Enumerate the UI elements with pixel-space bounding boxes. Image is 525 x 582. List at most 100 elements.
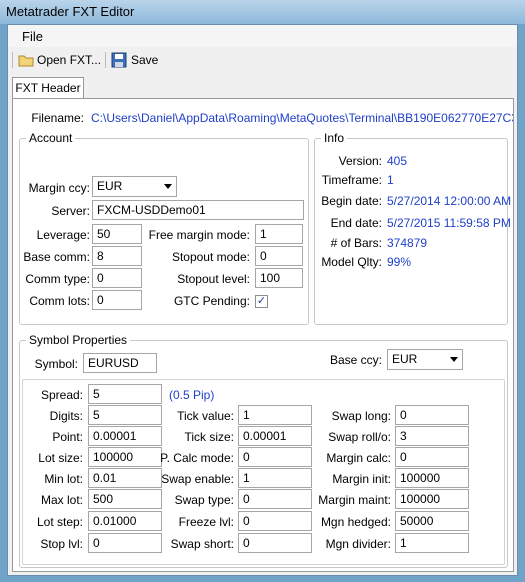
account-group-title: Account [26,131,76,145]
stopout-mode-input[interactable]: 0 [255,246,303,266]
mgn-hedged-label: Mgn hedged: [320,515,391,529]
point-input[interactable]: 0.00001 [88,426,162,446]
end-date-value: 5/27/2015 11:59:58 PM [387,216,511,230]
bars-label: # of Bars: [330,236,382,250]
spread-pip-note: (0.5 Pip) [169,388,215,402]
lot-step-input[interactable]: 0.01000 [88,511,162,531]
fxt-header-panel: Filename: C:\Users\Daniel\AppData\Roamin… [12,98,514,572]
gtc-pending-label: GTC Pending: [173,294,250,308]
p-calc-mode-label: P. Calc mode: [160,451,234,465]
open-button-label: Open FXT... [37,53,102,67]
p-calc-mode-input[interactable]: 0 [238,447,312,467]
toolbar: Open FXT... Save [8,47,517,73]
timeframe-value: 1 [387,173,394,187]
comm-type-label: Comm type: [25,272,90,286]
lot-size-label: Lot size: [38,451,83,465]
swap-short-label: Swap short: [170,537,234,551]
spread-input[interactable]: 5 [88,384,162,404]
tab-fxt-header[interactable]: FXT Header [12,77,84,99]
free-margin-mode-input[interactable]: 1 [255,224,303,244]
swap-roll-label: Swap roll/o: [328,430,391,444]
swap-long-input[interactable]: 0 [395,405,469,425]
open-button[interactable]: Open FXT... [18,50,101,70]
filename-label: Filename: [31,111,84,125]
base-comm-label: Base comm: [23,250,90,264]
mgn-divider-input[interactable]: 1 [395,533,469,553]
base-ccy-select[interactable]: EUR [387,349,463,370]
window-title: Metatrader FXT Editor [6,4,135,19]
app-window: Metatrader FXT Editor File Open FXT... S [0,0,525,582]
swap-type-input[interactable]: 0 [238,489,312,509]
symbol-label: Symbol: [34,357,78,371]
info-group: Info Version: 405 Timeframe: 1 Begin dat… [314,131,512,325]
menu-file[interactable]: File [22,29,43,44]
bars-value: 374879 [387,236,428,250]
save-disk-icon [111,52,127,68]
margin-init-label: Margin init: [332,472,391,486]
mgn-hedged-input[interactable]: 50000 [395,511,469,531]
leverage-input[interactable]: 50 [92,224,142,244]
free-margin-mode-label: Free margin mode: [148,228,250,242]
margin-ccy-value: EUR [97,179,123,193]
swap-short-input[interactable]: 0 [238,533,312,553]
begin-date-label: Begin date: [321,194,382,208]
swap-type-label: Swap type: [174,493,234,507]
chevron-down-icon [450,357,458,362]
toolbar-separator [105,52,106,68]
digits-input[interactable]: 5 [88,405,162,425]
margin-calc-input[interactable]: 0 [395,447,469,467]
tick-value-input[interactable]: 1 [238,405,312,425]
model-qlty-label: Model Qlty: [321,255,382,269]
save-button[interactable]: Save [111,50,158,70]
filename-value: C:\Users\Daniel\AppData\Roaming\MetaQuot… [91,111,513,125]
chevron-down-icon [164,184,172,189]
comm-lots-label: Comm lots: [29,294,90,308]
spread-label: Spread: [40,388,83,402]
gtc-pending-checkbox[interactable]: ✓ [255,295,268,308]
open-folder-icon [18,55,34,67]
symbol-properties-title: Symbol Properties [26,333,131,347]
model-qlty-value: 99% [387,255,412,269]
max-lot-label: Max lot: [40,493,83,507]
min-lot-input[interactable]: 0.01 [88,468,162,488]
lot-size-input[interactable]: 100000 [88,447,162,467]
stop-lvl-input[interactable]: 0 [88,533,162,553]
stopout-level-label: Stopout level: [177,272,250,286]
title-bar[interactable]: Metatrader FXT Editor [0,0,525,24]
server-label: Server: [51,204,90,218]
tick-size-input[interactable]: 0.00001 [238,426,312,446]
digits-label: Digits: [49,409,83,423]
begin-date-value: 5/27/2014 12:00:00 AM [387,194,512,208]
symbol-properties-group: Symbol Properties Symbol: EURUSD Base cc… [19,333,508,568]
comm-type-input[interactable]: 0 [92,268,142,288]
swap-long-label: Swap long: [331,409,391,423]
base-ccy-label: Base ccy: [329,353,382,367]
swap-enable-label: Swap enable: [161,472,234,486]
client-area: File Open FXT... Save FXT Header Filenam… [7,24,518,576]
swap-enable-input[interactable]: 1 [238,468,312,488]
margin-maint-input[interactable]: 100000 [395,489,469,509]
symbol-fields-box: Spread: 5 (0.5 Pip) Digits: 5 Point: 0.0… [22,379,505,565]
symbol-input[interactable]: EURUSD [83,353,157,373]
comm-lots-input[interactable]: 0 [92,290,142,310]
server-input[interactable]: FXCM-USDDemo01 [92,200,304,220]
stopout-level-input[interactable]: 100 [255,268,303,288]
account-group: Account Margin ccy: EUR Server: FXCM-USD… [19,131,309,325]
end-date-label: End date: [330,216,382,230]
swap-roll-input[interactable]: 3 [395,426,469,446]
margin-ccy-select[interactable]: EUR [92,176,177,197]
version-label: Version: [338,154,382,168]
toolbar-grip [12,52,13,68]
margin-init-input[interactable]: 100000 [395,468,469,488]
menu-bar: File [8,25,517,47]
max-lot-input[interactable]: 500 [88,489,162,509]
freeze-lvl-input[interactable]: 0 [238,511,312,531]
mgn-divider-label: Mgn divider: [325,537,391,551]
point-label: Point: [52,430,83,444]
version-value: 405 [387,154,408,168]
base-comm-input[interactable]: 8 [92,246,142,266]
freeze-lvl-label: Freeze lvl: [178,515,234,529]
lot-step-label: Lot step: [36,515,83,529]
margin-ccy-label: Margin ccy: [28,181,90,195]
tick-size-label: Tick size: [184,430,234,444]
